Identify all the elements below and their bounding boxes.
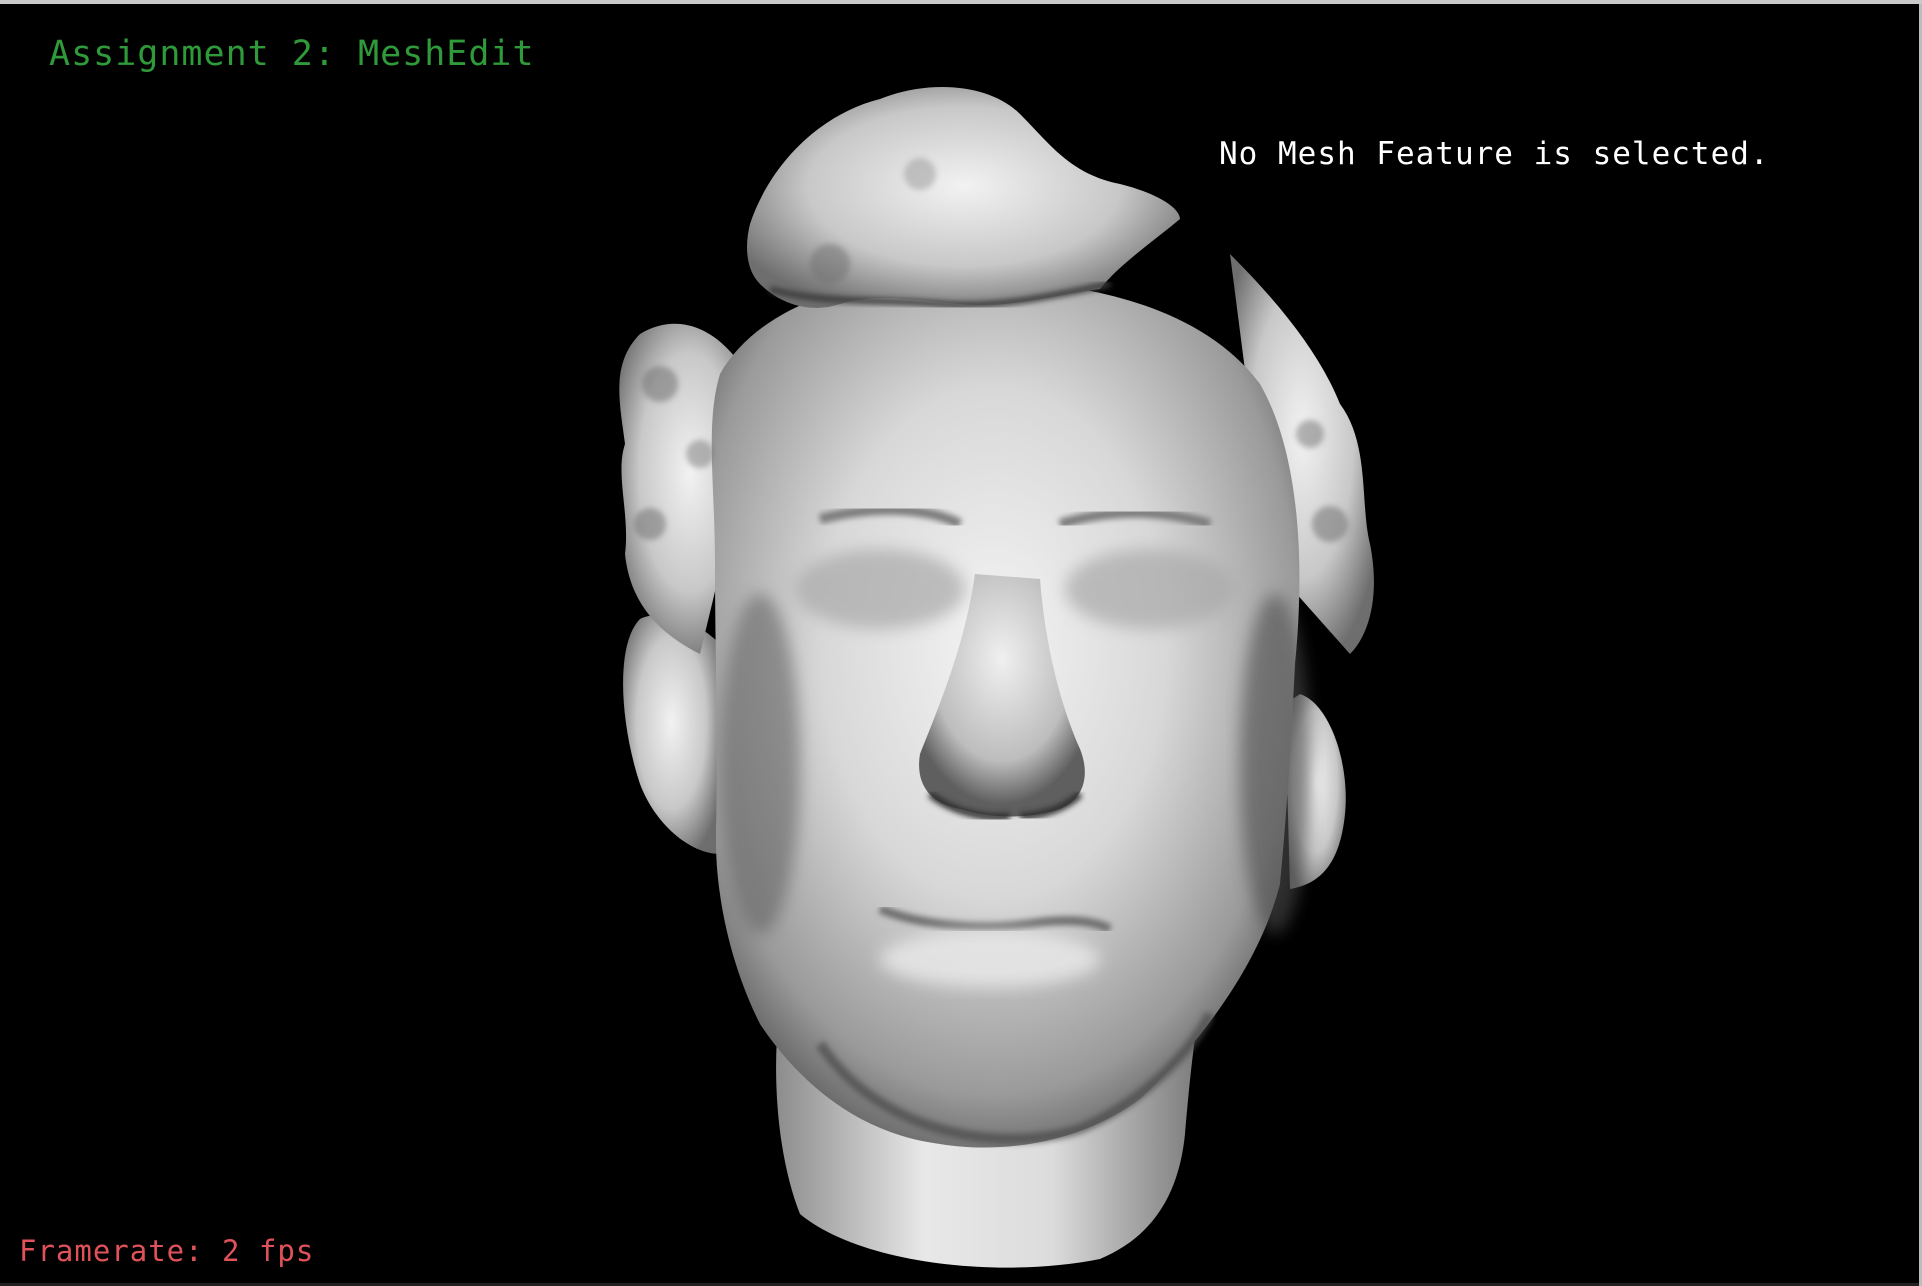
mesh-viewport[interactable] (0, 4, 1922, 1286)
head-mesh[interactable] (619, 87, 1374, 1268)
selection-status: No Mesh Feature is selected. (1219, 136, 1770, 172)
framerate-readout: Framerate: 2 fps (19, 1234, 315, 1268)
mesh-hair-top (747, 87, 1180, 308)
mesh-editor-window: Assignment 2: MeshEdit No Mesh Feature i… (0, 0, 1922, 1286)
mesh-left-ear (623, 615, 720, 854)
app-title: Assignment 2: MeshEdit (49, 34, 535, 74)
